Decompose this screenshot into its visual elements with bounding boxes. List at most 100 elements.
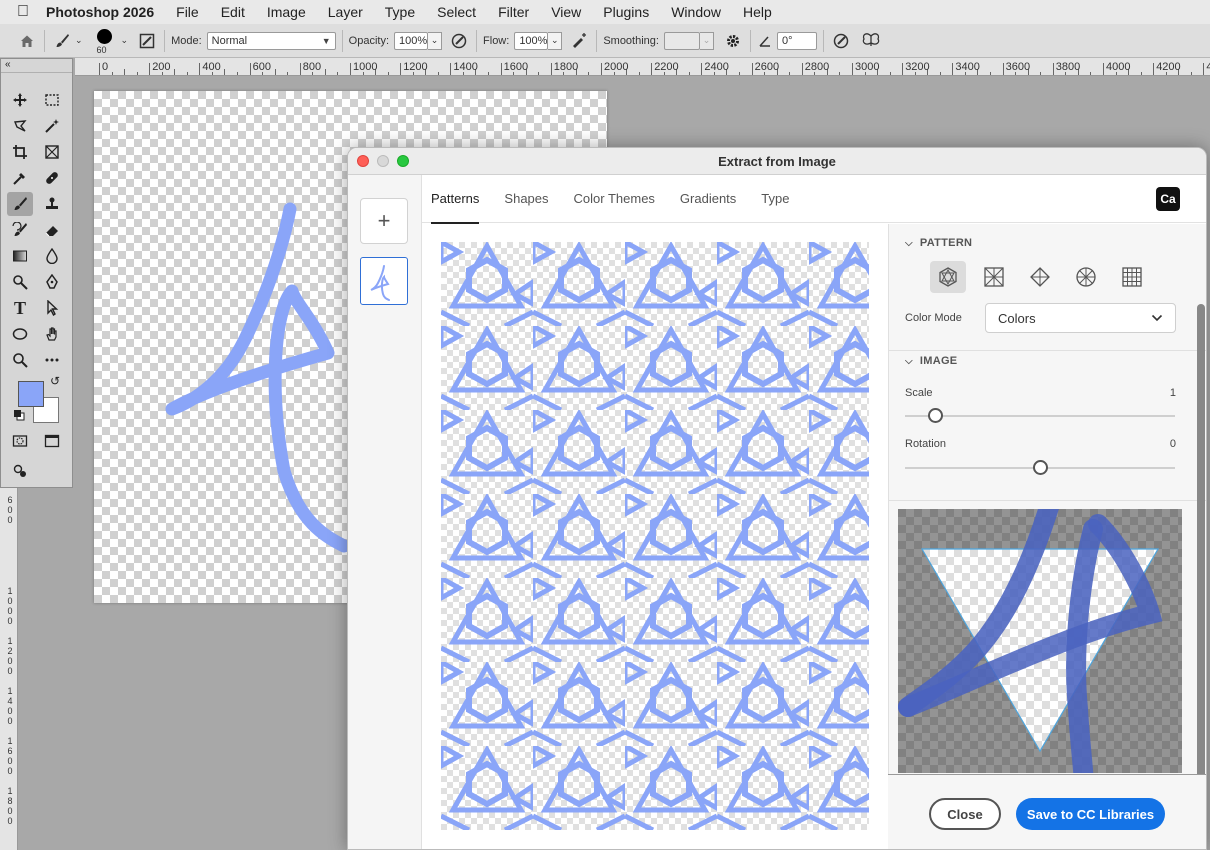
rotation-slider-knob[interactable] bbox=[1033, 460, 1048, 475]
lasso-tool-icon[interactable] bbox=[7, 114, 33, 138]
menu-select[interactable]: Select bbox=[437, 4, 476, 20]
menu-edit[interactable]: Edit bbox=[221, 4, 245, 20]
scale-slider-knob[interactable] bbox=[928, 408, 943, 423]
separator bbox=[476, 29, 478, 52]
menu-view[interactable]: View bbox=[551, 4, 581, 20]
crop-tool-icon[interactable] bbox=[7, 140, 33, 164]
save-to-cc-libraries-button[interactable]: Save to CC Libraries bbox=[1016, 798, 1165, 830]
pattern-section-header[interactable]: ⌵ PATTERN bbox=[905, 237, 972, 249]
menu-window[interactable]: Window bbox=[671, 4, 721, 20]
apple-icon[interactable]:  bbox=[0, 3, 46, 21]
flow-dropdown[interactable]: ⌄ bbox=[548, 31, 563, 50]
ruler-label: 0 bbox=[7, 596, 13, 606]
gradient-tool-icon[interactable] bbox=[7, 244, 33, 268]
smoothing-dropdown[interactable]: ⌄ bbox=[699, 31, 714, 50]
screen-mode-icon[interactable] bbox=[39, 429, 65, 453]
ruler-label: 3000 bbox=[855, 61, 880, 73]
minimize-window-icon[interactable] bbox=[377, 155, 389, 167]
pattern-type-square-grid-diagonal-icon[interactable] bbox=[976, 261, 1012, 293]
brush-settings-icon[interactable] bbox=[136, 30, 158, 52]
tab-type[interactable]: Type bbox=[761, 175, 789, 223]
zoom-window-icon[interactable] bbox=[397, 155, 409, 167]
clone-stamp-icon[interactable] bbox=[39, 192, 65, 216]
pattern-type-diamond-icon[interactable] bbox=[1022, 261, 1058, 293]
scale-slider-track[interactable] bbox=[905, 415, 1175, 417]
tab-color-themes[interactable]: Color Themes bbox=[574, 175, 655, 223]
close-button[interactable]: Close bbox=[929, 798, 1001, 830]
ruler-label: 4000 bbox=[1106, 61, 1131, 73]
swap-colors-icon[interactable]: ↺ bbox=[47, 373, 63, 389]
pattern-type-star-circle-icon[interactable] bbox=[1068, 261, 1104, 293]
smoothing-input[interactable] bbox=[663, 31, 700, 50]
ruler-minor-tick bbox=[287, 72, 289, 75]
magic-wand-icon[interactable] bbox=[39, 114, 65, 138]
symmetry-butterfly-icon[interactable] bbox=[860, 30, 882, 52]
brush-tip-icon bbox=[96, 28, 112, 44]
eyedropper-icon[interactable] bbox=[7, 166, 33, 190]
menu-image[interactable]: Image bbox=[267, 4, 306, 20]
angle-input[interactable]: 0° bbox=[776, 31, 817, 50]
quick-mask-icon[interactable] bbox=[7, 429, 33, 453]
pattern-type-square-grid-icon[interactable] bbox=[1114, 261, 1150, 293]
marquee-tool-icon[interactable] bbox=[39, 88, 65, 112]
tab-patterns[interactable]: Patterns bbox=[431, 175, 480, 224]
image-section-header[interactable]: ⌵ IMAGE bbox=[905, 355, 957, 367]
opacity-input[interactable]: 100% bbox=[394, 31, 429, 50]
chevron-down-icon bbox=[1151, 314, 1163, 322]
zoom-tool-icon[interactable] bbox=[7, 348, 33, 372]
airbrush-icon[interactable] bbox=[568, 30, 590, 52]
history-brush-icon[interactable] bbox=[7, 218, 33, 242]
foreground-color-swatch[interactable] bbox=[18, 381, 44, 407]
source-image-thumbnail[interactable] bbox=[360, 257, 408, 305]
menu-file[interactable]: File bbox=[176, 4, 199, 20]
gear-icon[interactable] bbox=[722, 30, 744, 52]
frame-tool-icon[interactable] bbox=[39, 140, 65, 164]
healing-brush-icon[interactable] bbox=[39, 166, 65, 190]
source-image-crop-preview[interactable] bbox=[898, 509, 1182, 773]
type-tool-icon[interactable]: T bbox=[7, 296, 33, 320]
pen-tool-icon[interactable] bbox=[39, 270, 65, 294]
flow-input[interactable]: 100% bbox=[514, 31, 549, 50]
menu-layer[interactable]: Layer bbox=[328, 4, 363, 20]
move-tool-icon[interactable] bbox=[7, 88, 33, 112]
opacity-dropdown[interactable]: ⌄ bbox=[428, 31, 443, 50]
default-colors-icon[interactable] bbox=[11, 407, 27, 423]
dodge-tool-icon[interactable] bbox=[7, 270, 33, 294]
close-window-icon[interactable] bbox=[357, 155, 369, 167]
mode-select[interactable]: Normal ▼ bbox=[206, 31, 336, 50]
menu-help[interactable]: Help bbox=[743, 4, 772, 20]
pressure-size-icon[interactable] bbox=[830, 30, 852, 52]
vertical-ruler: 60010001200140016001800 bbox=[0, 488, 18, 850]
menu-plugins[interactable]: Plugins bbox=[603, 4, 649, 20]
ellipse-tool-icon[interactable] bbox=[7, 322, 33, 346]
edit-toolbar-icon[interactable] bbox=[7, 459, 33, 483]
menu-type[interactable]: Type bbox=[385, 4, 415, 20]
chevron-down-icon: ⌄ bbox=[430, 35, 439, 45]
app-name-menu[interactable]: Photoshop 2026 bbox=[46, 4, 154, 20]
add-image-button[interactable]: + bbox=[360, 198, 408, 244]
tab-gradients[interactable]: Gradients bbox=[680, 175, 736, 223]
ruler-minor-tick bbox=[889, 72, 891, 75]
brush-tool-icon[interactable] bbox=[51, 30, 73, 52]
brush-tool-icon[interactable] bbox=[7, 192, 33, 216]
tab-shapes[interactable]: Shapes bbox=[504, 175, 548, 223]
hand-tool-icon[interactable] bbox=[39, 322, 65, 346]
brush-preset-picker[interactable]: 60 bbox=[89, 26, 119, 56]
ruler-minor-tick bbox=[387, 72, 389, 75]
more-tools-icon[interactable] bbox=[39, 348, 65, 372]
chevron-down-icon[interactable]: ⌄ bbox=[121, 35, 129, 46]
pattern-type-hexagon-star-icon[interactable] bbox=[930, 261, 966, 293]
menu-filter[interactable]: Filter bbox=[498, 4, 529, 20]
scrollbar-thumb[interactable] bbox=[1197, 304, 1205, 824]
pressure-opacity-icon[interactable] bbox=[448, 30, 470, 52]
ruler-tick bbox=[1052, 63, 1054, 75]
color-mode-select[interactable]: Colors bbox=[985, 303, 1176, 333]
chevron-down-icon[interactable]: ⌄ bbox=[75, 35, 83, 46]
ruler-label: 440 bbox=[1206, 61, 1210, 73]
blur-tool-icon[interactable] bbox=[39, 244, 65, 268]
settings-scrollbar[interactable] bbox=[1197, 304, 1205, 824]
home-icon[interactable] bbox=[16, 30, 38, 52]
panel-collapse-icon[interactable]: « bbox=[1, 59, 72, 73]
path-selection-icon[interactable] bbox=[39, 296, 65, 320]
eraser-icon[interactable] bbox=[39, 218, 65, 242]
